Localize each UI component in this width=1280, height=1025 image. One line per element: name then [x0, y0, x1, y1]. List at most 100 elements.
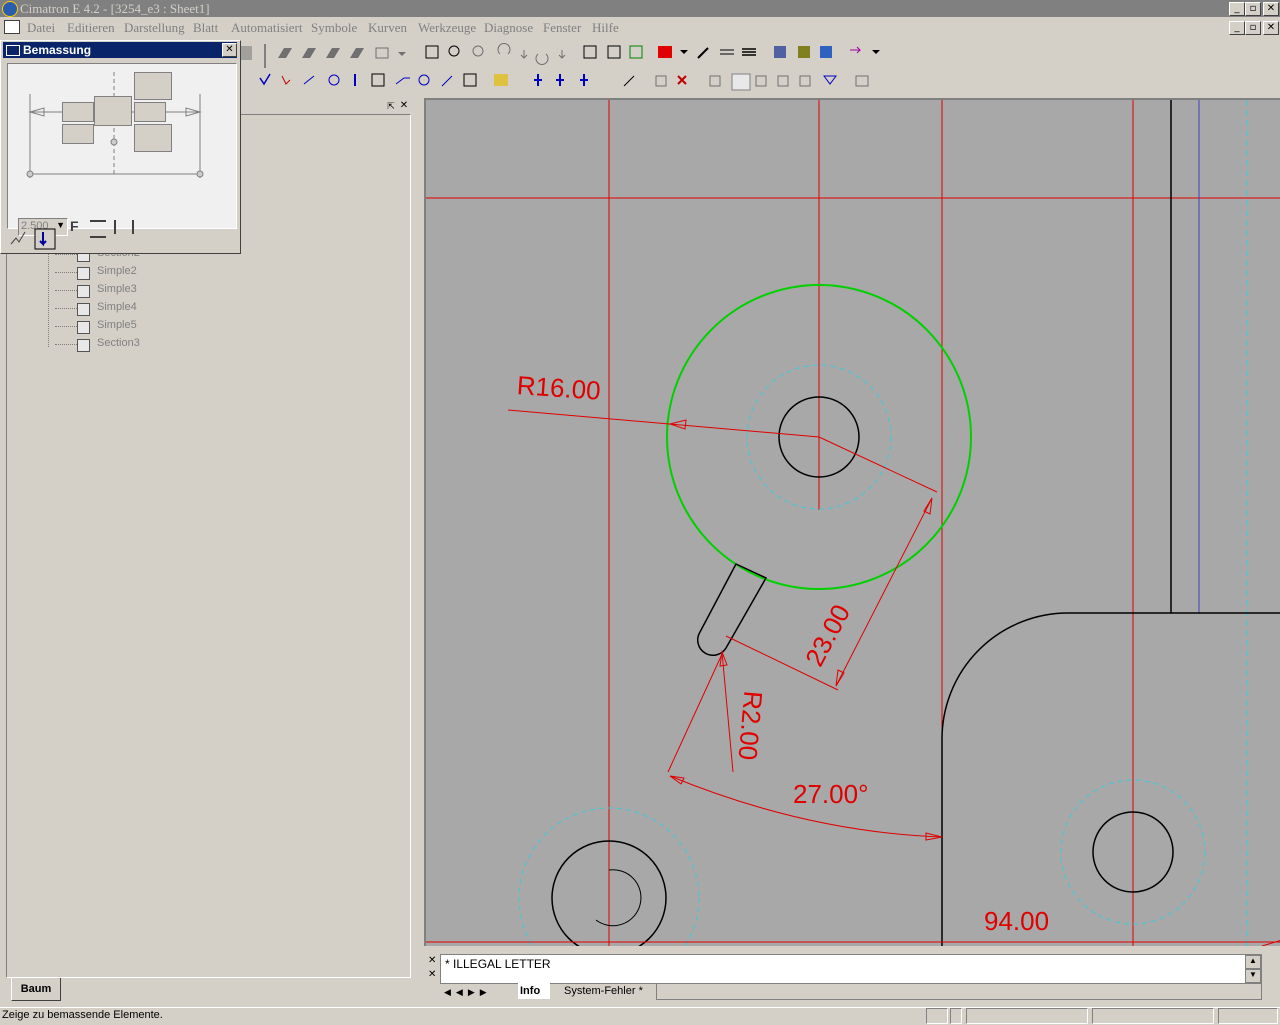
toolbar-row-1	[238, 43, 880, 68]
app-icon[interactable]	[2, 1, 18, 17]
doc-minimize-icon[interactable]: _	[1229, 21, 1245, 35]
panel-close-icon[interactable]: ✕	[399, 101, 409, 111]
layer-filter-icon	[798, 46, 810, 58]
shade-icon	[302, 48, 316, 58]
pen-icon	[697, 47, 709, 59]
dialog-title: Bemassung	[23, 43, 92, 57]
zoom-window-icon	[425, 45, 439, 59]
note-icon	[441, 75, 453, 87]
hatch-icon	[371, 73, 385, 87]
wire-icon	[350, 48, 364, 58]
placement-left-top[interactable]	[62, 102, 94, 122]
tree-item-simple4[interactable]: Simple4	[97, 301, 137, 313]
font-icon[interactable]: F	[70, 218, 82, 234]
tree-item-simple5[interactable]: Simple5	[97, 319, 137, 331]
rotate-icon	[472, 45, 484, 57]
menu-werkzeuge[interactable]: Werkzeuge	[418, 20, 476, 36]
detail-icon	[418, 74, 430, 86]
menu-fenster[interactable]: Fenster	[543, 20, 581, 36]
status-cell	[926, 1008, 948, 1024]
lineweight-icon	[742, 48, 756, 56]
info-close-icon[interactable]: ✕	[428, 956, 438, 966]
menu-diagnose[interactable]: Diagnose	[484, 20, 533, 36]
move-icon	[534, 74, 542, 86]
tree-item-simple3[interactable]: Simple3	[97, 283, 137, 295]
window-title: Cimatron E 4.2 - [3254_e3 : Sheet1]	[20, 1, 210, 16]
horizontal-scrollbar[interactable]	[656, 983, 1262, 1000]
blank-icon	[777, 75, 789, 87]
zoom-icon	[448, 45, 460, 57]
layer-set-icon	[820, 46, 832, 58]
tree-item-simple2[interactable]: Simple2	[97, 265, 137, 277]
sheet-icon	[583, 45, 597, 59]
tree-item-section3[interactable]: Section3	[97, 337, 140, 349]
doc-restore-icon[interactable]: ▫	[1245, 21, 1261, 35]
undo-icon	[497, 43, 511, 55]
edit-icon	[623, 75, 635, 87]
panel-undock-icon[interactable]: ⇱	[386, 101, 396, 111]
tab-baum[interactable]: Baum	[11, 978, 61, 1001]
doc-close-icon[interactable]: ✕	[1263, 21, 1279, 35]
document-menu-icon[interactable]	[4, 20, 20, 34]
view-icon	[375, 47, 389, 59]
scroll-up-icon[interactable]: ▲	[1245, 955, 1261, 969]
status-prompt: Zeige zu bemassende Elemente.	[2, 1009, 163, 1021]
angle-icon	[281, 75, 291, 85]
status-cell	[1218, 1008, 1278, 1024]
info-pin-icon[interactable]: ✕	[428, 970, 438, 980]
placement-right-top[interactable]	[134, 102, 166, 122]
copy-icon	[556, 74, 564, 86]
scroll-down-icon[interactable]: ▼	[1245, 969, 1261, 983]
menu-datei[interactable]: Datei	[27, 20, 55, 36]
placement-center[interactable]	[94, 96, 132, 126]
status-cell	[950, 1008, 962, 1024]
symbol-icon	[494, 74, 508, 86]
dimension-placement-preview[interactable]: 2.500 ▼ F	[7, 63, 237, 238]
group-icon	[709, 75, 721, 87]
show-icon	[755, 75, 767, 87]
text-align-icon[interactable]	[90, 220, 106, 238]
restore-icon[interactable]: ▫	[1245, 2, 1261, 16]
tab-info[interactable]: Info	[518, 983, 550, 999]
tab-system-fehler[interactable]: System-Fehler *	[556, 983, 656, 999]
dimension-icon	[6, 45, 20, 56]
tab-nav-arrows[interactable]: ◀◀▶▶	[444, 984, 512, 998]
dimension-dialog: Bemassung ✕ 2.500 ▼ F	[0, 40, 241, 254]
layer-icon	[774, 46, 786, 58]
tab-scroll-icon[interactable]: ◀◀▶▶	[444, 987, 492, 997]
placement-left-bottom[interactable]	[62, 124, 94, 144]
menu-kurven[interactable]: Kurven	[368, 20, 407, 36]
delete-icon	[677, 75, 687, 85]
status-bar	[0, 1007, 1280, 1025]
solid-shade-icon	[278, 48, 292, 58]
placement-bottom-right[interactable]	[134, 124, 172, 152]
simple-view-icon	[77, 267, 90, 280]
close-icon[interactable]: ✕	[1263, 2, 1279, 16]
menu-symbole[interactable]: Symbole	[311, 20, 357, 36]
center-icon	[328, 74, 340, 86]
dimension-style-icon[interactable]	[114, 220, 134, 234]
dimension-r16[interactable]: R16.00	[516, 370, 602, 407]
color-icon	[658, 46, 672, 58]
menu-hilfe[interactable]: Hilfe	[592, 20, 619, 36]
status-cell	[966, 1008, 1088, 1024]
dialog-close-icon[interactable]: ✕	[222, 43, 237, 57]
line-icon	[303, 75, 315, 85]
snap-icon	[629, 45, 643, 59]
apply-icon	[10, 231, 26, 245]
menu-editieren[interactable]: Editieren	[67, 20, 115, 36]
drawing-viewport[interactable]: R16.00 23.00 R2.00 27.00° 94.00	[424, 98, 1280, 946]
menu-blatt[interactable]: Blatt	[193, 20, 218, 36]
menu-bar: Datei Editieren Darstellung Blatt Automa…	[0, 18, 1280, 38]
menu-automatisiert[interactable]: Automatisiert	[231, 20, 303, 36]
menu-darstellung[interactable]: Darstellung	[124, 20, 185, 36]
toolbars	[238, 43, 880, 91]
dimension-94[interactable]: 94.00	[984, 906, 1049, 937]
dimension-angle[interactable]: 27.00°	[793, 779, 868, 810]
simple-view-icon	[77, 321, 90, 334]
dialog-titlebar[interactable]: Bemassung ✕	[3, 42, 237, 58]
minimize-icon[interactable]: _	[1229, 2, 1245, 16]
simple-view-icon	[77, 303, 90, 316]
placement-top-right[interactable]	[134, 72, 172, 100]
info-output: * ILLEGAL LETTER ▲ ▼	[440, 954, 1262, 984]
